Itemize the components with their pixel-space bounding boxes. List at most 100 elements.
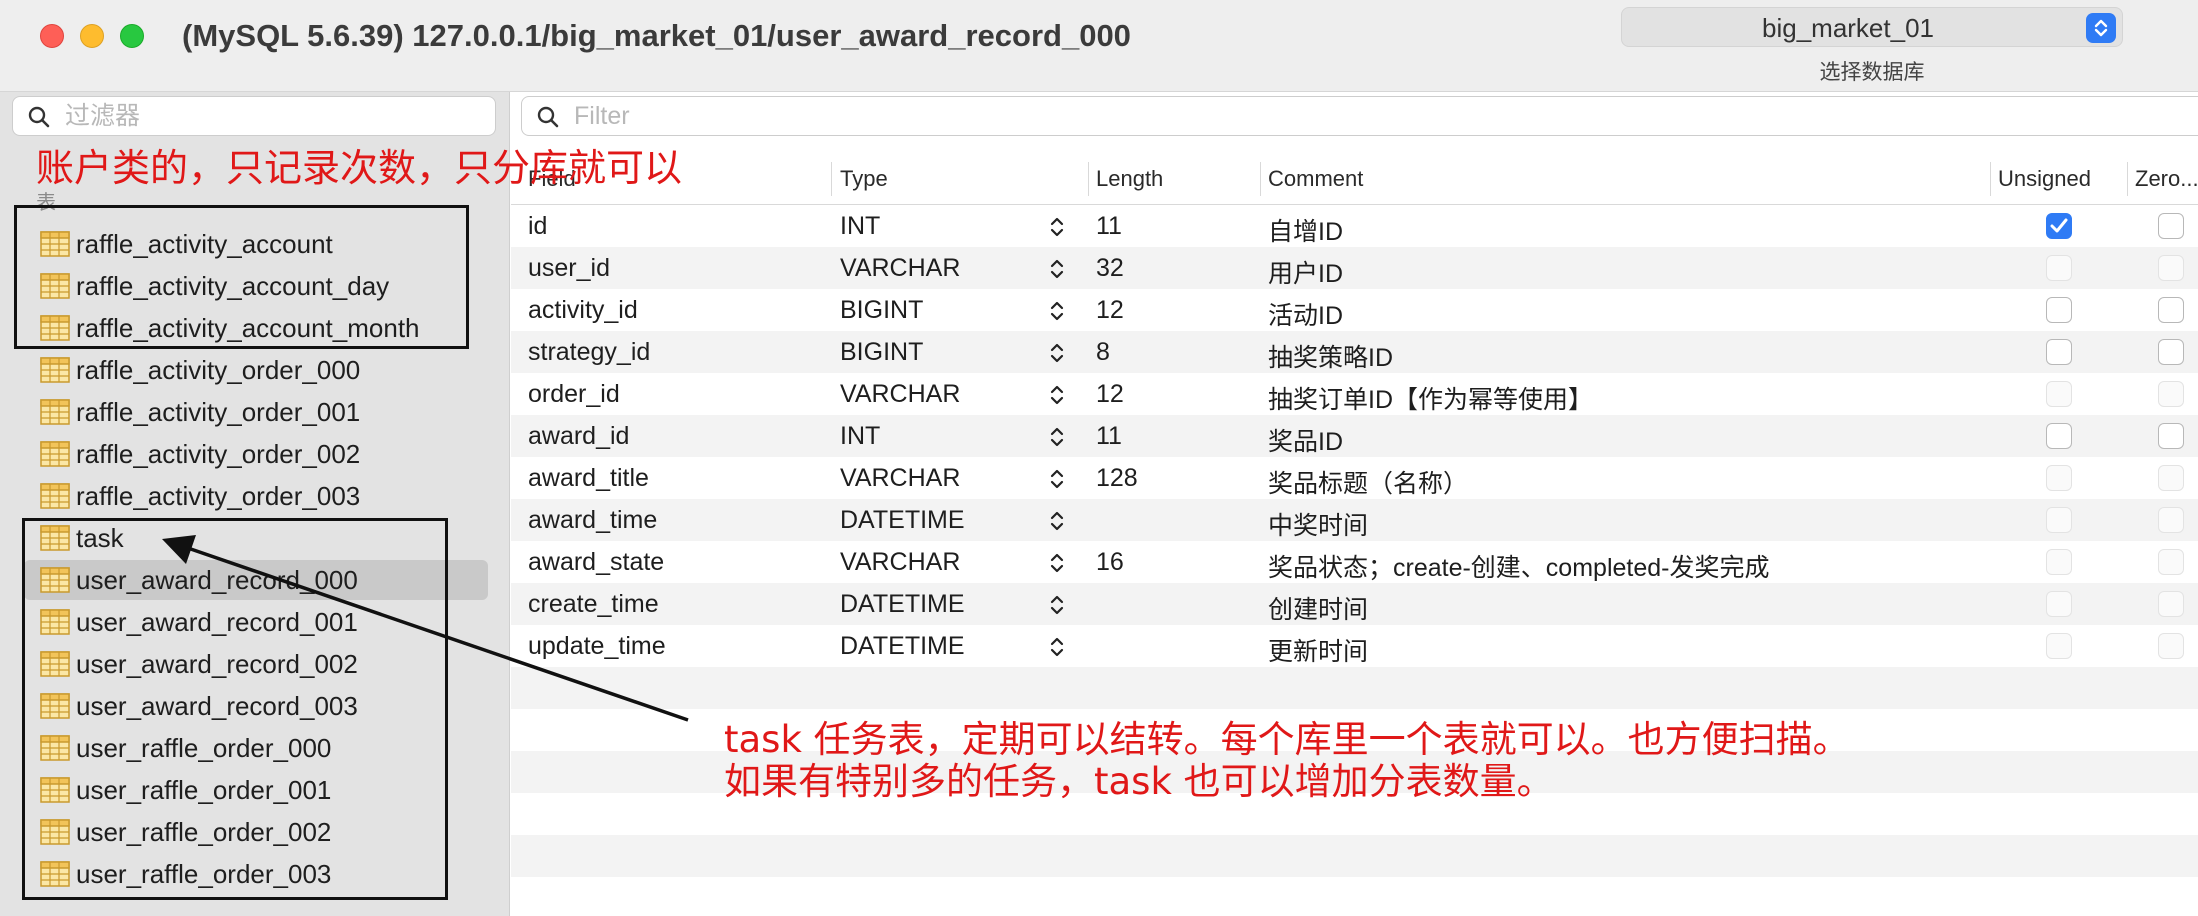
field-row[interactable]: order_id VARCHAR 12 抽奖订单ID【作为幂等使用】 bbox=[511, 373, 2198, 415]
field-type-cell[interactable]: DATETIME bbox=[840, 506, 965, 535]
field-type-cell[interactable]: VARCHAR bbox=[840, 548, 960, 577]
field-row[interactable]: id INT 11 自增ID bbox=[511, 205, 2198, 247]
type-select-chevron-icon[interactable] bbox=[1050, 300, 1064, 329]
database-select-value: big_market_01 bbox=[1762, 13, 1934, 43]
field-comment-cell[interactable]: 用户ID bbox=[1268, 254, 1343, 290]
sidebar-table-item[interactable]: raffle_activity_order_001 bbox=[0, 391, 510, 433]
empty-row bbox=[511, 667, 2198, 709]
field-name-cell[interactable]: award_state bbox=[528, 548, 664, 577]
field-row[interactable]: create_time DATETIME 创建时间 bbox=[511, 583, 2198, 625]
sidebar-table-name: raffle_activity_order_000 bbox=[76, 355, 361, 385]
search-icon bbox=[537, 106, 559, 128]
zerofill-checkbox[interactable] bbox=[2158, 297, 2184, 323]
field-name-cell[interactable]: order_id bbox=[528, 380, 620, 409]
unsigned-checkbox[interactable] bbox=[2046, 213, 2072, 239]
type-select-chevron-icon[interactable] bbox=[1050, 258, 1064, 287]
window-close-button[interactable] bbox=[40, 24, 64, 48]
field-type-cell[interactable]: INT bbox=[840, 422, 880, 451]
type-select-chevron-icon[interactable] bbox=[1050, 636, 1064, 665]
field-type-cell[interactable]: VARCHAR bbox=[840, 380, 960, 409]
check-icon bbox=[2050, 218, 2068, 233]
table-icon bbox=[40, 399, 70, 430]
field-type-cell[interactable]: INT bbox=[840, 212, 880, 241]
field-name-cell[interactable]: award_id bbox=[528, 422, 629, 451]
column-header-comment[interactable]: Comment bbox=[1268, 166, 1363, 192]
zerofill-checkbox bbox=[2158, 465, 2184, 491]
field-comment-cell[interactable]: 自增ID bbox=[1268, 212, 1343, 248]
field-name-cell[interactable]: award_title bbox=[528, 464, 649, 493]
type-select-chevron-icon[interactable] bbox=[1050, 594, 1064, 623]
field-type-cell[interactable]: BIGINT bbox=[840, 338, 923, 367]
field-type-cell[interactable]: BIGINT bbox=[840, 296, 923, 325]
database-select-caption: 选择数据库 bbox=[1819, 61, 1925, 84]
field-length-cell[interactable]: 11 bbox=[1096, 422, 1122, 451]
field-comment-cell[interactable]: 奖品状态；create-创建、completed-发奖完成 bbox=[1268, 548, 1769, 584]
field-length-cell[interactable]: 12 bbox=[1096, 380, 1124, 409]
zerofill-checkbox[interactable] bbox=[2158, 213, 2184, 239]
field-length-cell[interactable]: 32 bbox=[1096, 254, 1124, 283]
field-row[interactable]: user_id VARCHAR 32 用户ID bbox=[511, 247, 2198, 289]
zerofill-checkbox bbox=[2158, 633, 2184, 659]
field-row[interactable]: award_time DATETIME 中奖时间 bbox=[511, 499, 2198, 541]
field-name-cell[interactable]: create_time bbox=[528, 590, 659, 619]
field-row[interactable]: award_title VARCHAR 128 奖品标题（名称） bbox=[511, 457, 2198, 499]
sidebar-table-name: raffle_activity_order_001 bbox=[76, 397, 361, 427]
type-select-chevron-icon[interactable] bbox=[1050, 468, 1064, 497]
field-row[interactable]: award_state VARCHAR 16 奖品状态；create-创建、compl… bbox=[511, 541, 2198, 583]
column-header-unsigned[interactable]: Unsigned bbox=[1998, 166, 2091, 192]
column-header-length[interactable]: Length bbox=[1096, 166, 1163, 192]
field-row[interactable]: activity_id BIGINT 12 活动ID bbox=[511, 289, 2198, 331]
type-select-chevron-icon[interactable] bbox=[1050, 426, 1064, 455]
field-type-cell[interactable]: VARCHAR bbox=[840, 254, 960, 283]
type-select-chevron-icon[interactable] bbox=[1050, 384, 1064, 413]
field-row[interactable]: update_time DATETIME 更新时间 bbox=[511, 625, 2198, 667]
field-comment-cell[interactable]: 奖品标题（名称） bbox=[1268, 464, 1468, 500]
window-minimize-button[interactable] bbox=[80, 24, 104, 48]
sidebar-table-item[interactable]: raffle_activity_order_002 bbox=[0, 433, 510, 475]
field-comment-cell[interactable]: 创建时间 bbox=[1268, 590, 1368, 626]
type-select-chevron-icon[interactable] bbox=[1050, 216, 1064, 245]
annotation-task-note-line-1: task 任务表，定期可以结转。每个库里一个表就可以。也方便扫描。 bbox=[724, 718, 1850, 761]
unsigned-checkbox bbox=[2046, 549, 2072, 575]
field-type-cell[interactable]: DATETIME bbox=[840, 632, 965, 661]
database-select[interactable]: big_market_01 bbox=[1621, 7, 2123, 47]
field-comment-cell[interactable]: 更新时间 bbox=[1268, 632, 1368, 668]
field-name-cell[interactable]: id bbox=[528, 212, 547, 241]
field-comment-cell[interactable]: 活动ID bbox=[1268, 296, 1343, 332]
column-header-zerofill[interactable]: Zero... bbox=[2135, 166, 2198, 192]
field-length-cell[interactable]: 12 bbox=[1096, 296, 1124, 325]
field-type-cell[interactable]: DATETIME bbox=[840, 590, 965, 619]
field-comment-cell[interactable]: 奖品ID bbox=[1268, 422, 1343, 458]
type-select-chevron-icon[interactable] bbox=[1050, 552, 1064, 581]
zerofill-checkbox[interactable] bbox=[2158, 339, 2184, 365]
field-name-cell[interactable]: user_id bbox=[528, 254, 610, 283]
field-length-cell[interactable]: 8 bbox=[1096, 338, 1110, 367]
field-filter-input[interactable] bbox=[574, 101, 1774, 131]
column-header-type[interactable]: Type bbox=[840, 166, 888, 192]
unsigned-checkbox[interactable] bbox=[2046, 339, 2072, 365]
field-length-cell[interactable]: 11 bbox=[1096, 212, 1122, 241]
field-comment-cell[interactable]: 抽奖订单ID【作为幂等使用】 bbox=[1268, 380, 1593, 416]
field-name-cell[interactable]: update_time bbox=[528, 632, 666, 661]
field-comment-cell[interactable]: 抽奖策略ID bbox=[1268, 338, 1393, 374]
field-comment-cell[interactable]: 中奖时间 bbox=[1268, 506, 1368, 542]
field-row[interactable]: strategy_id BIGINT 8 抽奖策略ID bbox=[511, 331, 2198, 373]
field-name-cell[interactable]: award_time bbox=[528, 506, 657, 535]
table-filter-input[interactable] bbox=[65, 101, 485, 131]
unsigned-checkbox bbox=[2046, 591, 2072, 617]
field-length-cell[interactable]: 128 bbox=[1096, 464, 1138, 493]
zerofill-checkbox[interactable] bbox=[2158, 423, 2184, 449]
window-zoom-button[interactable] bbox=[120, 24, 144, 48]
unsigned-checkbox[interactable] bbox=[2046, 297, 2072, 323]
field-type-cell[interactable]: VARCHAR bbox=[840, 464, 960, 493]
sidebar-table-item[interactable]: raffle_activity_order_000 bbox=[0, 349, 510, 391]
type-select-chevron-icon[interactable] bbox=[1050, 510, 1064, 539]
sidebar-table-item[interactable]: raffle_activity_order_003 bbox=[0, 475, 510, 517]
type-select-chevron-icon[interactable] bbox=[1050, 342, 1064, 371]
field-name-cell[interactable]: strategy_id bbox=[528, 338, 650, 367]
field-name-cell[interactable]: activity_id bbox=[528, 296, 638, 325]
annotation-box-account-tables bbox=[14, 205, 469, 349]
field-row[interactable]: award_id INT 11 奖品ID bbox=[511, 415, 2198, 457]
field-length-cell[interactable]: 16 bbox=[1096, 548, 1124, 577]
unsigned-checkbox[interactable] bbox=[2046, 423, 2072, 449]
